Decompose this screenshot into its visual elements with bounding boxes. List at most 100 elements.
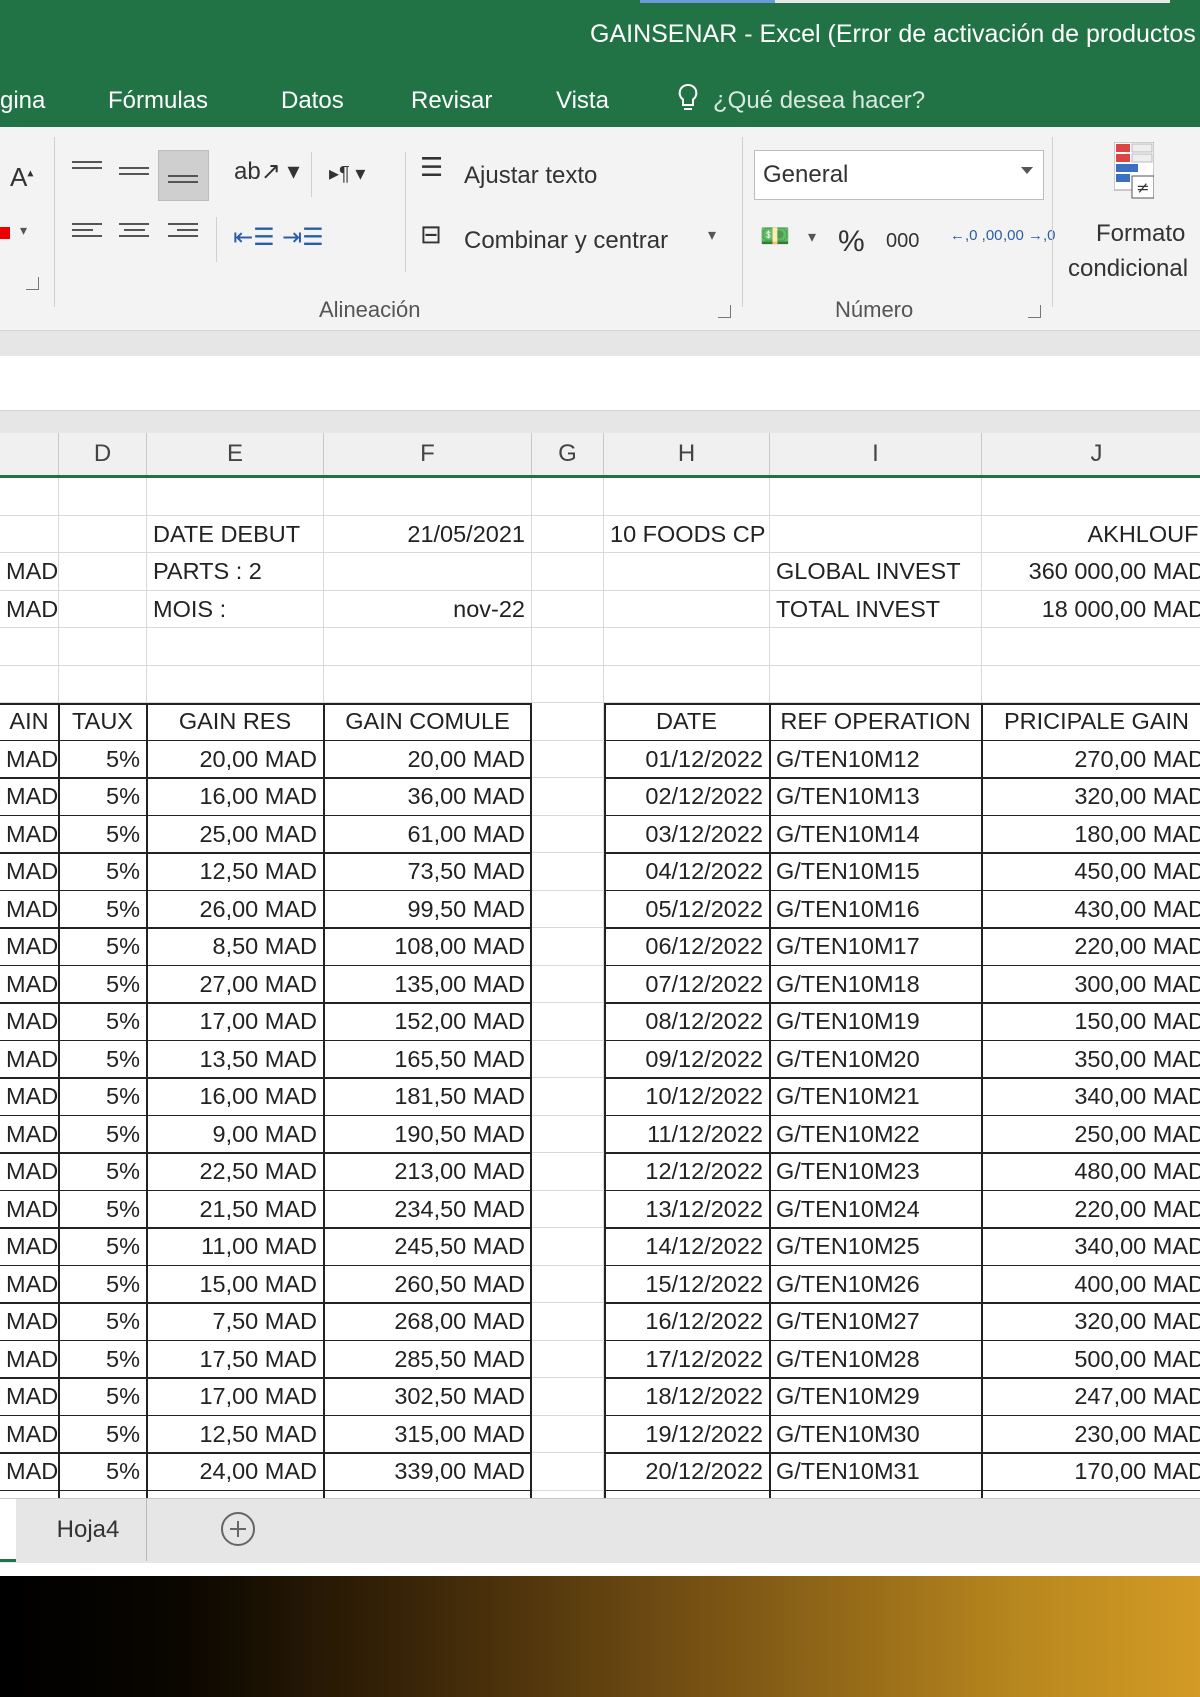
info-r3-c[interactable]: MAD <box>0 590 59 628</box>
table-left-cell[interactable]: MAD <box>0 1040 59 1078</box>
tell-me-search[interactable]: ¿Qué desea hacer? <box>713 87 925 115</box>
empty-cell[interactable] <box>770 1490 982 1498</box>
table-left-cell[interactable]: 135,00 MAD <box>324 965 532 1003</box>
table-left-cell[interactable]: 5% <box>59 1115 147 1153</box>
empty-cell[interactable] <box>532 1040 604 1078</box>
empty-cell[interactable] <box>147 628 324 666</box>
table-left-cell[interactable]: 5% <box>59 740 147 778</box>
align-left-icon[interactable] <box>72 219 102 243</box>
empty-cell[interactable] <box>324 628 532 666</box>
empty-cell[interactable] <box>532 1078 604 1116</box>
empty-cell[interactable] <box>532 478 604 516</box>
empty-cell[interactable] <box>0 665 59 703</box>
info-r1-h[interactable]: 10 FOODS CP <box>604 515 770 553</box>
table-right-cell[interactable]: 06/12/2022 <box>604 928 770 966</box>
table-left-cell[interactable]: 285,50 MAD <box>324 1340 532 1378</box>
table-left-cell[interactable]: 17,50 MAD <box>147 1340 324 1378</box>
table-left-cell[interactable]: 5% <box>59 815 147 853</box>
empty-cell[interactable] <box>0 1490 59 1498</box>
empty-cell[interactable] <box>604 665 770 703</box>
empty-cell[interactable] <box>532 1453 604 1491</box>
column-header-h[interactable]: H <box>604 433 770 475</box>
table-left-cell[interactable]: 13,50 MAD <box>147 1040 324 1078</box>
empty-cell[interactable] <box>324 1490 532 1498</box>
empty-cell[interactable] <box>532 1490 604 1498</box>
table-right-cell[interactable]: 170,00 MAD <box>982 1453 1200 1491</box>
empty-cell[interactable] <box>770 515 982 553</box>
empty-cell[interactable] <box>770 665 982 703</box>
table-left-cell[interactable]: 5% <box>59 965 147 1003</box>
empty-cell[interactable] <box>532 628 604 666</box>
table-left-cell[interactable]: 245,50 MAD <box>324 1228 532 1266</box>
table-right-header[interactable]: PRICIPALE GAIN <box>982 703 1200 741</box>
table-right-cell[interactable]: 247,00 MAD <box>982 1378 1200 1416</box>
empty-cell[interactable] <box>532 1228 604 1266</box>
table-right-cell[interactable]: 500,00 MAD <box>982 1341 1200 1378</box>
table-left-cell[interactable]: 234,50 MAD <box>324 1190 532 1228</box>
table-right-cell[interactable]: 11/12/2022 <box>604 1115 770 1153</box>
empty-cell[interactable] <box>604 628 770 666</box>
table-left-cell[interactable]: 5% <box>59 1340 147 1378</box>
table-left-cell[interactable]: 73,50 MAD <box>324 853 532 891</box>
table-right-cell[interactable]: 400,00 MAD <box>982 1266 1200 1303</box>
table-left-cell[interactable]: MAD <box>0 1453 59 1491</box>
table-left-cell[interactable]: MAD <box>0 1378 59 1416</box>
column-header-g[interactable]: G <box>532 433 604 475</box>
conditional-format-button[interactable]: Formato <box>1096 220 1185 248</box>
table-left-cell[interactable]: 315,00 MAD <box>324 1415 532 1453</box>
empty-cell[interactable] <box>59 590 147 628</box>
table-left-cell[interactable]: 5% <box>59 928 147 966</box>
empty-cell[interactable] <box>532 928 604 966</box>
table-right-cell[interactable]: 180,00 MAD <box>982 816 1200 853</box>
table-right-cell[interactable]: 07/12/2022 <box>604 965 770 1003</box>
empty-cell[interactable] <box>604 1490 770 1498</box>
accounting-format-dropdown[interactable]: ▾ <box>808 227 816 247</box>
table-left-cell[interactable]: 26,00 MAD <box>147 890 324 928</box>
table-right-cell[interactable]: 320,00 MAD <box>982 1303 1200 1341</box>
tab-view[interactable]: Vista <box>556 87 609 115</box>
wrap-text-button[interactable]: Ajustar texto <box>464 162 597 190</box>
empty-cell[interactable] <box>324 478 532 516</box>
column-header-i[interactable]: I <box>770 433 982 475</box>
empty-cell[interactable] <box>532 1340 604 1378</box>
table-right-cell[interactable]: G/TEN10M28 <box>770 1340 982 1378</box>
table-left-cell[interactable]: 36,00 MAD <box>324 778 532 816</box>
empty-cell[interactable] <box>532 1378 604 1416</box>
table-left-cell[interactable]: 5% <box>59 1040 147 1078</box>
table-left-cell[interactable]: 108,00 MAD <box>324 928 532 966</box>
table-left-cell[interactable]: MAD <box>0 1003 59 1041</box>
empty-cell[interactable] <box>770 478 982 516</box>
empty-cell[interactable] <box>770 628 982 666</box>
empty-cell[interactable] <box>147 1490 324 1498</box>
table-left-cell[interactable]: 339,00 MAD <box>324 1453 532 1491</box>
empty-cell[interactable] <box>982 478 1200 516</box>
font-color-icon[interactable] <box>0 227 10 239</box>
empty-cell[interactable] <box>0 628 59 666</box>
table-left-cell[interactable]: MAD <box>0 1153 59 1191</box>
empty-cell[interactable] <box>324 665 532 703</box>
table-right-cell[interactable]: G/TEN10M25 <box>770 1228 982 1266</box>
table-left-cell[interactable]: 22,50 MAD <box>147 1153 324 1191</box>
table-right-cell[interactable]: G/TEN10M13 <box>770 778 982 816</box>
table-left-cell[interactable]: 5% <box>59 1303 147 1341</box>
percent-style-button[interactable]: % <box>838 225 865 259</box>
column-header-e[interactable]: E <box>147 433 324 475</box>
table-left-cell[interactable]: 12,50 MAD <box>147 853 324 891</box>
empty-cell[interactable] <box>147 665 324 703</box>
comma-style-button[interactable]: 000 <box>886 230 919 253</box>
merge-center-button[interactable]: Combinar y centrar <box>464 227 668 255</box>
table-left-cell[interactable]: MAD <box>0 815 59 853</box>
table-left-cell[interactable]: 5% <box>59 853 147 891</box>
empty-cell[interactable] <box>532 1190 604 1228</box>
table-left-cell[interactable]: 190,50 MAD <box>324 1115 532 1153</box>
empty-cell[interactable] <box>532 1415 604 1453</box>
empty-cell[interactable] <box>604 590 770 628</box>
sheet-tab-active[interactable] <box>0 1499 16 1562</box>
font-size-increase-button[interactable]: A▴ <box>10 162 33 193</box>
table-left-cell[interactable]: MAD <box>0 740 59 778</box>
table-right-cell[interactable]: G/TEN10M27 <box>770 1303 982 1341</box>
empty-cell[interactable] <box>532 590 604 628</box>
tab-formulas[interactable]: Fórmulas <box>108 87 208 115</box>
table-right-cell[interactable]: G/TEN10M16 <box>770 890 982 928</box>
table-right-cell[interactable]: G/TEN10M21 <box>770 1078 982 1116</box>
